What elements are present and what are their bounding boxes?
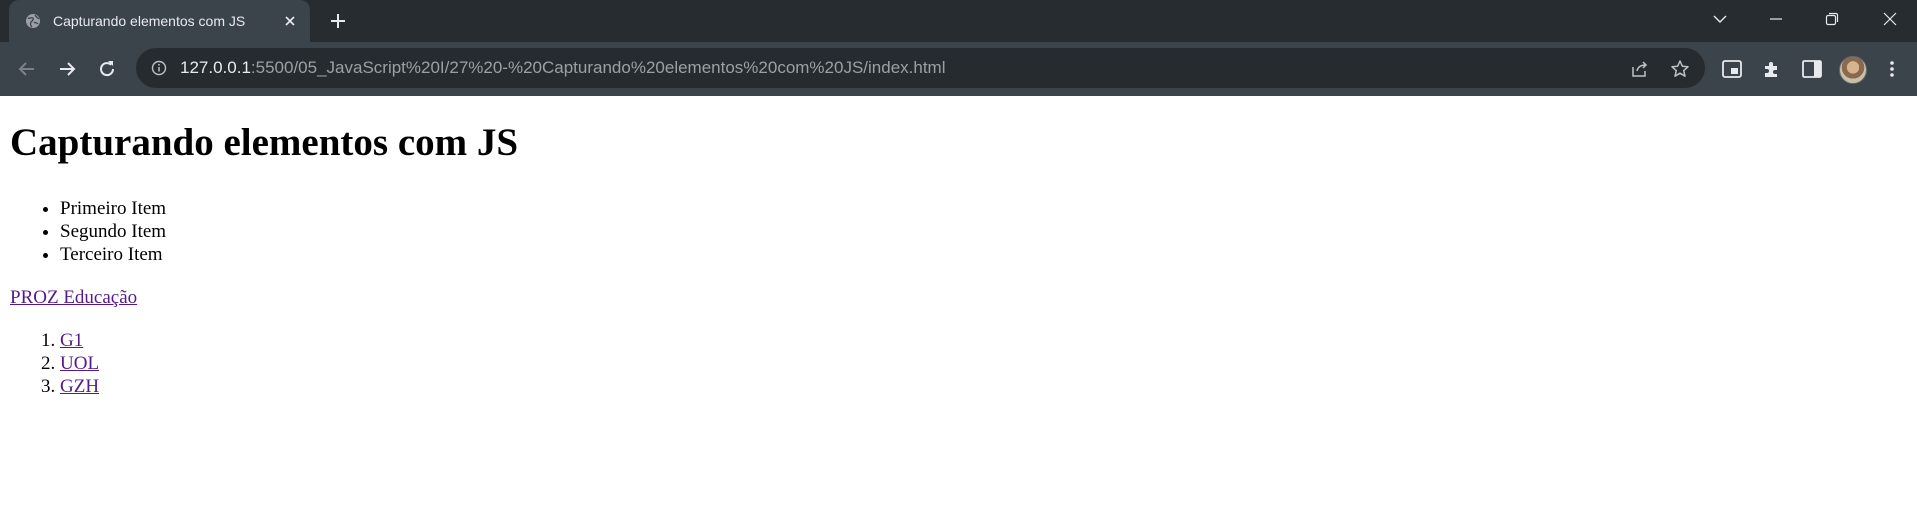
page-title: Capturando elementos com JS [10,121,519,164]
star-icon[interactable] [1669,58,1691,80]
toolbar: 127.0.0.1:5500/05_JavaScript%20I/27%20-%… [0,42,1917,96]
list-item: G1 [60,329,99,352]
restore-icon[interactable] [1817,6,1847,32]
list-item: GZH [60,375,99,398]
tab-strip: Capturando elementos com JS [0,0,1917,42]
bullet-list: Primeiro Item Segundo Item Terceiro Item [0,197,166,266]
forward-arrow-icon[interactable] [53,55,81,83]
close-window-icon[interactable] [1875,6,1905,32]
profile-avatar[interactable] [1839,56,1867,84]
globe-icon [25,13,41,29]
proz-educacao-link[interactable]: PROZ Educação [10,286,137,309]
gzh-link[interactable]: GZH [60,376,99,397]
minimize-icon[interactable] [1761,6,1791,32]
url-text: 127.0.0.1:5500/05_JavaScript%20I/27%20-%… [180,58,946,78]
page-content: Capturando elementos com JS Primeiro Ite… [0,96,1917,511]
more-menu-icon[interactable] [1880,57,1904,81]
list-item: Primeiro Item [60,197,166,220]
list-item: Segundo Item [60,220,166,243]
info-icon[interactable] [150,59,168,77]
plus-icon[interactable] [326,9,350,33]
url-path: :5500/05_JavaScript%20I/27%20-%20Captura… [250,58,946,77]
back-arrow-icon[interactable] [13,55,41,83]
browser-window: Capturando elementos com JS 127.0.0.1:55… [0,0,1917,511]
extensions-icon[interactable] [1760,57,1784,81]
tab-active[interactable]: Capturando elementos com JS [9,0,310,42]
side-panel-icon[interactable] [1800,57,1824,81]
address-bar[interactable]: 127.0.0.1:5500/05_JavaScript%20I/27%20-%… [136,48,1705,88]
reload-icon[interactable] [93,55,121,83]
chevron-down-icon[interactable] [1705,6,1735,32]
ordered-link-list: G1 UOL GZH [0,329,99,398]
list-item: Terceiro Item [60,243,166,266]
tab-title: Capturando elementos com JS [53,13,246,29]
list-item: UOL [60,352,99,375]
close-icon[interactable] [280,11,300,31]
picture-in-picture-icon[interactable] [1720,57,1744,81]
g1-link[interactable]: G1 [60,330,83,351]
uol-link[interactable]: UOL [60,353,99,374]
share-icon[interactable] [1629,58,1651,80]
url-host: 127.0.0.1 [180,58,251,77]
